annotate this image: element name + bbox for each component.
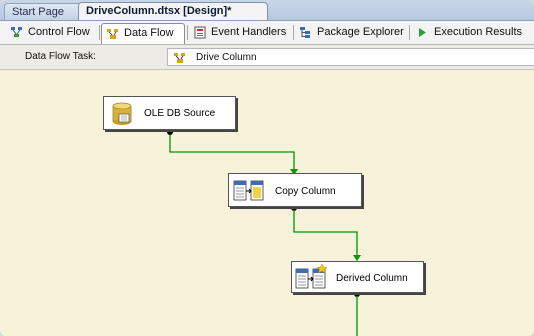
component-label: Copy Column (275, 186, 336, 197)
data-flow-task-bar: Data Flow Task: Drive Column (0, 45, 534, 70)
component-copy-column[interactable]: Copy Column (228, 173, 362, 207)
path-derived-output[interactable] (354, 291, 360, 336)
copy-column-icon (233, 180, 264, 201)
derived-column-icon (295, 263, 328, 289)
designer-window: Start Page DriveColumn.dtsx [Design]* Co… (0, 0, 534, 336)
data-flow-icon (107, 29, 118, 39)
task-value: Drive Column (196, 52, 257, 63)
path-copy-to-derived[interactable] (291, 205, 361, 261)
tab-divider (187, 25, 188, 40)
component-ole-db-source[interactable]: OLE DB Source (103, 96, 236, 130)
tab-divider (409, 25, 410, 40)
tab-label: Package Explorer (317, 26, 404, 38)
document-tab-strip: Start Page DriveColumn.dtsx [Design]* (0, 0, 534, 21)
tab-label: Control Flow (28, 26, 90, 38)
database-cylinder-icon (112, 102, 132, 125)
designer-tab-strip: Control Flow Data Flow Event Handlers Pa… (0, 21, 534, 45)
execution-results-icon (419, 28, 426, 37)
data-flow-task-icon (174, 53, 185, 63)
tab-divider (293, 25, 294, 40)
task-label: Data Flow Task: (25, 51, 96, 62)
component-derived-column[interactable]: Derived Column (291, 261, 424, 293)
tab-label: Execution Results (434, 26, 523, 38)
tab-package-design[interactable]: DriveColumn.dtsx [Design]* (78, 2, 268, 20)
tab-event-handlers[interactable]: Event Handlers (189, 23, 292, 42)
tab-package-explorer[interactable]: Package Explorer (295, 23, 408, 42)
tab-divider (99, 25, 100, 40)
tab-execution-results[interactable]: Execution Results (412, 23, 532, 42)
component-label: OLE DB Source (144, 108, 216, 119)
tab-label: Event Handlers (211, 26, 287, 38)
component-label: Derived Column (336, 273, 408, 284)
tab-control-flow[interactable]: Control Flow (6, 23, 98, 42)
event-handlers-icon (194, 26, 206, 39)
tab-label: Data Flow (124, 27, 174, 39)
control-flow-icon (11, 27, 22, 37)
package-explorer-icon (300, 27, 310, 38)
data-flow-task-select[interactable]: Drive Column (167, 48, 534, 66)
tab-start-page[interactable]: Start Page (4, 3, 82, 20)
data-flow-canvas[interactable]: OLE DB Source Copy Column Derived Column (0, 70, 534, 336)
tab-data-flow[interactable]: Data Flow (101, 23, 185, 44)
path-source-to-copy[interactable] (169, 132, 298, 175)
